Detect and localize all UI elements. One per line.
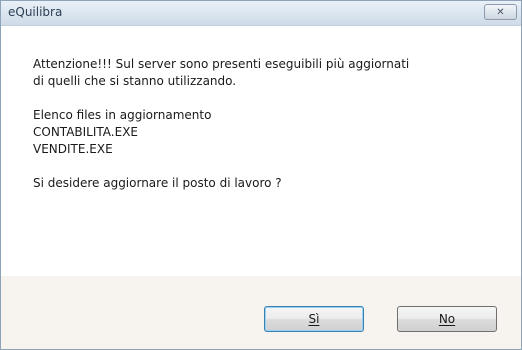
message-line-1: Attenzione!!! Sul server sono presenti e… [33, 57, 410, 71]
file-list-item: CONTABILITA.EXE [33, 125, 138, 139]
yes-button[interactable]: Sì [264, 306, 364, 332]
file-list-item: VENDITE.EXE [33, 142, 113, 156]
title-bar[interactable]: eQuilibra ✕ [1, 1, 521, 26]
window-title: eQuilibra [8, 5, 63, 19]
close-button[interactable]: ✕ [484, 4, 517, 20]
message-text: Attenzione!!! Sul server sono presenti e… [33, 56, 503, 192]
message-line-2: di quelli che si stanno utilizzando. [33, 74, 237, 88]
no-button[interactable]: No [397, 306, 497, 332]
yes-button-label: Sì [308, 312, 320, 326]
close-icon: ✕ [496, 6, 505, 18]
file-list-header: Elenco files in aggiornamento [33, 108, 212, 122]
dialog-window: eQuilibra ✕ Attenzione!!! Sul server son… [0, 0, 522, 350]
no-button-label: No [438, 312, 456, 326]
question-text: Si desidere aggiornare il posto di lavor… [33, 176, 282, 190]
